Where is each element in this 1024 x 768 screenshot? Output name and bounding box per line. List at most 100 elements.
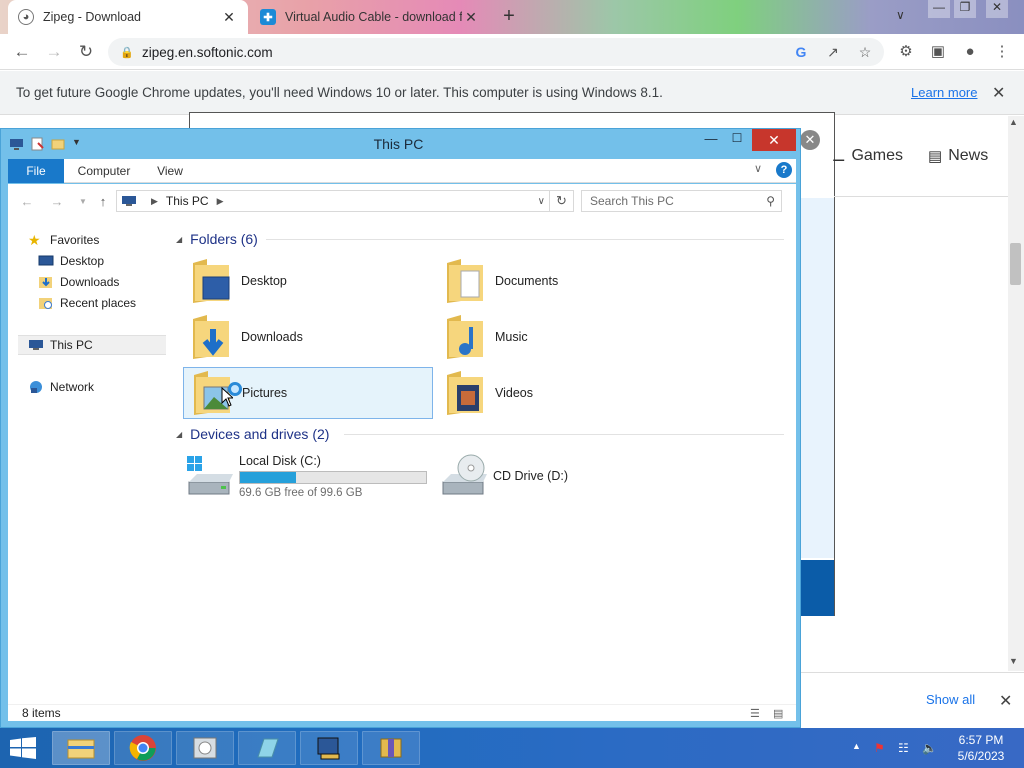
folder-label: Desktop [241,274,287,288]
scroll-up-icon[interactable]: ▲ [1009,117,1018,127]
refresh-icon[interactable]: ↻ [550,190,574,212]
network-tray-icon[interactable]: ☷ [898,741,909,755]
collapse-icon[interactable]: ◢ [176,235,182,244]
close-icon[interactable]: ✕ [986,0,1008,18]
help-icon[interactable]: ? [776,162,792,178]
close-icon[interactable]: ✕ [752,129,796,151]
address-dropdown-icon[interactable]: ∨ [538,196,545,207]
desktop-folder-icon [193,259,230,303]
menu-icon[interactable]: ⋮ [992,42,1012,62]
folders-group-header[interactable]: ◢ Folders (6) [176,231,258,247]
infobar-close-icon[interactable]: ✕ [992,83,1005,103]
bookmark-star-icon[interactable]: ☆ [856,43,874,61]
maximize-icon[interactable]: ☐ [724,131,750,151]
tab-close-icon[interactable]: ✕ [220,9,238,26]
download-shelf-close-icon[interactable]: ✕ [999,691,1012,711]
drive-label: CD Drive (D:) [493,469,568,483]
nav-recent-places[interactable]: Recent places [38,292,136,313]
nav-favorites[interactable]: ★ Favorites [28,229,99,250]
tab-virtual-audio-cable[interactable]: ✚ Virtual Audio Cable - download f ✕ [250,0,490,34]
search-icon[interactable]: ⚲ [766,194,775,208]
lock-icon: 🔒 [120,46,134,59]
tab-view[interactable]: View [146,159,194,183]
tab-zipeg[interactable]: ◕ Zipeg - Download ✕ [8,0,248,34]
back-icon[interactable]: ← [10,40,34,64]
breadcrumb-this-pc[interactable]: This PC [166,194,209,208]
nav-network[interactable]: Network [28,376,94,397]
nav-downloads[interactable]: Downloads [38,271,119,292]
side-panel-icon[interactable]: ▣ [928,42,948,62]
folder-videos[interactable]: Videos [437,367,687,419]
volume-icon[interactable]: 🔈 [922,741,937,755]
folder-music[interactable]: Music [437,311,687,363]
folder-documents[interactable]: Documents [437,255,687,307]
nav-desktop[interactable]: Desktop [38,250,104,271]
tab-search-icon[interactable]: ∨ [896,8,905,22]
folder-label: Documents [495,274,559,288]
tab-close-icon[interactable]: ✕ [462,9,480,26]
collapse-icon[interactable]: ◢ [176,430,182,439]
gamepad-icon: ⚊ [832,148,846,165]
folder-desktop[interactable]: Desktop [183,255,433,307]
address-bar[interactable]: ▶ This PC ▶ ∨ [116,190,550,212]
new-tab-button[interactable]: + [498,6,520,28]
profile-icon[interactable]: ● [960,42,980,62]
show-all-button[interactable]: Show all [926,692,975,707]
taskbar-app-5[interactable] [300,731,358,765]
star-icon: ★ [28,231,41,248]
page-scrollbar[interactable] [1008,116,1024,671]
chevron-right-icon[interactable]: ▶ [151,196,158,207]
forward-icon[interactable]: → [42,40,66,64]
windows-start-icon[interactable] [8,737,38,759]
devices-group-header[interactable]: ◢ Devices and drives (2) [176,426,329,442]
modal-close-icon[interactable]: ✕ [800,130,820,150]
folder-downloads[interactable]: Downloads [183,311,433,363]
back-icon[interactable]: ← [18,193,36,211]
system-clock[interactable]: 6:57 PM 5/6/2023 [950,732,1012,764]
nav-this-pc[interactable]: This PC [28,334,93,355]
search-input[interactable]: Search This PC ⚲ [581,190,782,212]
clock-time: 6:57 PM [958,733,1004,747]
taskbar-chrome[interactable] [114,731,172,765]
music-folder-icon [447,315,483,359]
up-icon[interactable]: ↑ [94,193,112,211]
explorer-titlebar[interactable]: ▼ This PC — ☐ ✕ [1,129,802,159]
page-banner [800,560,834,616]
recent-dropdown-icon[interactable]: ▼ [74,193,92,211]
minimize-icon[interactable]: — [698,131,724,151]
taskbar-app-6[interactable] [362,731,420,765]
chevron-right-icon[interactable]: ▶ [217,196,224,207]
status-bar: 8 items ☰ ▤ [8,704,796,721]
softonic-icon: ◕ [18,9,34,25]
page-scroll-thumb[interactable] [1010,243,1021,285]
address-bar[interactable]: 🔒 zipeg.en.softonic.com [108,38,884,66]
navigation-pane: ★ Favorites Desktop Downloads Recent pla… [8,218,172,704]
details-view-icon[interactable]: ☰ [750,707,764,720]
divider [834,196,1008,197]
tab-computer[interactable]: Computer [68,159,140,183]
scroll-down-icon[interactable]: ▼ [1009,656,1018,666]
forward-icon[interactable]: → [48,193,66,211]
taskbar-app-4[interactable] [238,731,296,765]
nav-news[interactable]: ▤ News [928,146,988,166]
taskbar-app-3[interactable] [176,731,234,765]
installer-icon [317,737,340,760]
restore-icon[interactable]: ❐ [954,0,976,18]
file-explorer-icon [67,739,95,759]
drive-c[interactable]: Local Disk (C:) 69.6 GB free of 99.6 GB [185,450,427,502]
reload-icon[interactable]: ↻ [74,40,98,64]
expand-ribbon-icon[interactable]: ∨ [754,162,762,175]
nav-games[interactable]: ⚊ Games [832,146,903,166]
large-icons-view-icon[interactable]: ▤ [773,707,787,720]
learn-more-link[interactable]: Learn more [911,85,977,100]
tray-expand-icon[interactable]: ▲ [852,741,861,751]
minimize-icon[interactable]: — [928,0,950,18]
taskbar-file-explorer[interactable] [52,731,110,765]
action-center-icon[interactable]: ⚑ [874,741,885,755]
drive-d[interactable]: CD Drive (D:) [439,450,568,502]
app-window-icon [193,737,217,759]
share-icon[interactable]: ↗ [824,43,842,61]
extensions-icon[interactable]: ⚙ [896,42,916,62]
tab-file[interactable]: File [8,159,64,183]
google-icon[interactable]: G [792,43,810,61]
